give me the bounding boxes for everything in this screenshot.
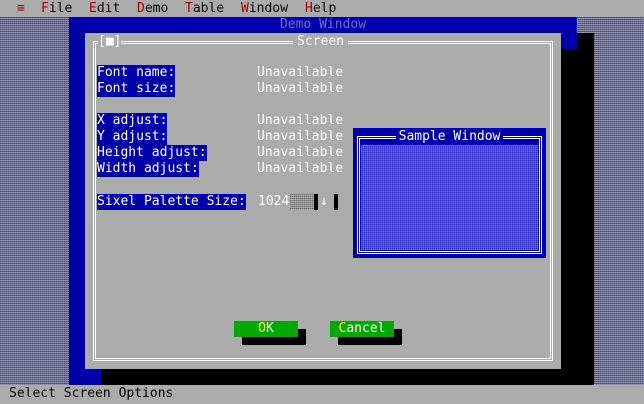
status-bar: Select Screen Options xyxy=(0,385,644,404)
dialog-shadow-bottom xyxy=(101,369,577,385)
width-adjust-value: Unavailable xyxy=(257,161,344,176)
demo-window-shadow xyxy=(577,33,594,385)
cancel-button[interactable]: Cancel xyxy=(330,321,394,337)
x-adjust-label: X adjust: xyxy=(97,113,168,129)
dialog-title: Screen xyxy=(293,34,348,50)
menu-help[interactable]: Help xyxy=(305,1,336,17)
menu-bar: ≡ File Edit Demo Table Window Help xyxy=(0,0,644,17)
ok-button-shadow-bottom xyxy=(242,337,306,345)
y-adjust-value: Unavailable xyxy=(257,129,344,144)
palette-field-separator xyxy=(314,194,318,210)
cancel-button-shadow-bottom xyxy=(338,337,402,345)
status-text: Select Screen Options xyxy=(9,386,174,401)
sixel-palette-size-label: Sixel Palette Size: xyxy=(97,194,246,210)
x-adjust-value: Unavailable xyxy=(257,113,344,128)
close-box[interactable]: [■] xyxy=(98,34,122,50)
palette-field-end xyxy=(334,194,338,210)
sample-window-title: Sample Window xyxy=(353,129,546,145)
menu-edit[interactable]: Edit xyxy=(89,1,120,17)
font-name-label: Font name: xyxy=(97,65,176,81)
sixel-palette-size-field[interactable]: 1024 xyxy=(258,194,289,210)
font-name-value: Unavailable xyxy=(257,65,344,80)
y-adjust-label: Y adjust: xyxy=(97,129,168,145)
font-size-label: Font size: xyxy=(97,81,176,97)
demo-window-title[interactable]: Demo Window xyxy=(69,17,577,33)
menu-file[interactable]: File xyxy=(41,1,72,17)
close-icon[interactable]: [■] xyxy=(98,34,121,49)
sample-window: Sample Window xyxy=(353,128,546,258)
menu-table[interactable]: Table xyxy=(185,1,224,17)
width-adjust-label: Width adjust: xyxy=(97,161,199,177)
font-size-value: Unavailable xyxy=(257,81,344,96)
chevron-down-icon[interactable]: ↓ xyxy=(320,194,328,210)
dialog-shadow-right xyxy=(561,49,577,385)
height-adjust-label: Height adjust: xyxy=(97,145,207,161)
height-adjust-value: Unavailable xyxy=(257,145,344,160)
sample-window-frame xyxy=(357,136,542,254)
menu-demo[interactable]: Demo xyxy=(137,1,168,17)
palette-field-fill[interactable] xyxy=(290,194,314,210)
system-menu-icon[interactable]: ≡ xyxy=(17,1,25,17)
menu-window[interactable]: Window xyxy=(241,1,288,17)
ok-button[interactable]: OK xyxy=(234,321,298,337)
